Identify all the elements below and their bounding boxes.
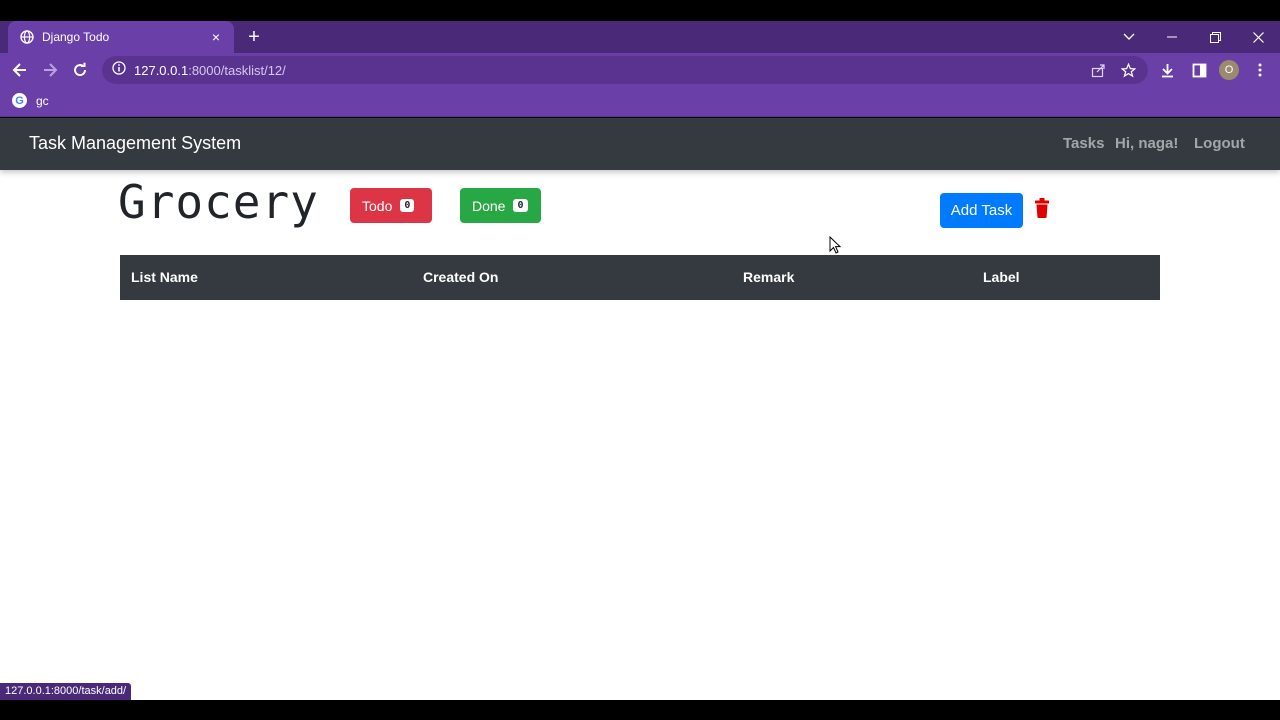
bookmark-gc[interactable]: G gc xyxy=(12,93,49,108)
status-bar-url: 127.0.0.1:8000/task/add/ xyxy=(0,683,132,700)
web-page: Task Management System Tasks Hi, naga! L… xyxy=(0,118,1280,700)
share-icon[interactable] xyxy=(1086,58,1110,82)
bookmark-star-icon[interactable] xyxy=(1116,58,1140,82)
todo-label: Todo xyxy=(362,197,393,214)
trash-icon[interactable] xyxy=(1034,198,1050,218)
new-tab-button[interactable]: + xyxy=(244,27,264,47)
browser-toolbar: 127.0.0.1:8000/tasklist/12/ O xyxy=(0,53,1280,87)
restore-icon[interactable] xyxy=(1193,21,1237,53)
globe-icon xyxy=(20,30,34,44)
tab-search-icon[interactable] xyxy=(1107,21,1151,53)
site-info-icon[interactable] xyxy=(112,60,126,80)
tab-title: Django Todo xyxy=(42,30,110,44)
side-panel-icon[interactable] xyxy=(1187,58,1211,82)
screen-top-border xyxy=(0,0,1280,21)
url-host: 127.0.0.1 xyxy=(134,62,189,78)
download-icon[interactable] xyxy=(1155,58,1179,82)
minimize-icon[interactable] xyxy=(1150,21,1194,53)
nav-link-tasks[interactable]: Tasks xyxy=(1063,135,1104,152)
more-menu-icon[interactable] xyxy=(1248,58,1272,82)
tab-close-icon[interactable]: × xyxy=(208,29,224,45)
navbar-brand[interactable]: Task Management System xyxy=(29,133,241,154)
url-path: :8000/tasklist/12/ xyxy=(188,62,286,78)
bookmarks-bar: G gc xyxy=(0,87,1280,117)
table-header: List Name Created On Remark Label xyxy=(120,255,1160,300)
back-arrow-icon[interactable] xyxy=(8,58,32,82)
profile-avatar[interactable]: O xyxy=(1219,60,1239,80)
column-header-created-on: Created On xyxy=(423,269,499,285)
address-bar[interactable]: 127.0.0.1:8000/tasklist/12/ xyxy=(102,56,1148,84)
nav-link-logout[interactable]: Logout xyxy=(1194,135,1245,152)
browser-tabstrip: Django Todo × + xyxy=(0,21,1280,53)
forward-arrow-icon[interactable] xyxy=(38,58,62,82)
reload-icon[interactable] xyxy=(68,58,92,82)
nav-link-user-greeting[interactable]: Hi, naga! xyxy=(1115,135,1178,152)
done-button[interactable]: Done 0 xyxy=(460,188,541,223)
page-title: Grocery xyxy=(118,175,319,229)
add-task-button[interactable]: Add Task xyxy=(940,193,1023,228)
mouse-cursor-icon xyxy=(829,235,842,254)
done-label: Done xyxy=(472,197,506,214)
column-header-list-name: List Name xyxy=(131,269,198,285)
browser-tab[interactable]: Django Todo × xyxy=(8,21,234,53)
column-header-remark: Remark xyxy=(743,269,795,285)
url-text: 127.0.0.1:8000/tasklist/12/ xyxy=(134,63,286,78)
column-header-label: Label xyxy=(983,269,1020,285)
google-icon: G xyxy=(12,93,27,108)
site-navbar: Task Management System Tasks Hi, naga! L… xyxy=(0,118,1280,170)
bookmark-label: gc xyxy=(36,93,49,108)
todo-count-badge: 0 xyxy=(400,199,415,212)
window-close-icon[interactable] xyxy=(1236,21,1280,53)
screen-bottom-border xyxy=(0,700,1280,720)
done-count-badge: 0 xyxy=(513,199,528,212)
todo-button[interactable]: Todo 0 xyxy=(350,188,432,223)
